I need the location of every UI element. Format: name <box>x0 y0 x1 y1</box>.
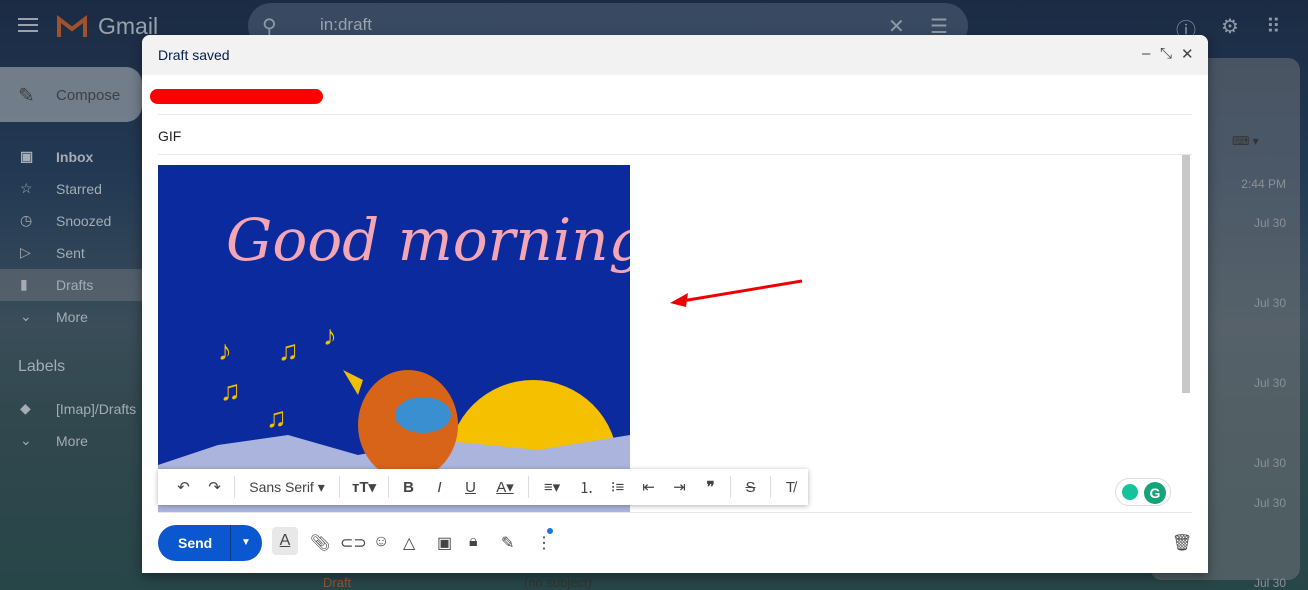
red-arrow-annotation <box>670 279 803 307</box>
svg-text:♫: ♫ <box>278 335 299 366</box>
font-size-icon[interactable]: ᴛT▾ <box>344 478 384 496</box>
inbox-icon: ▣ <box>20 148 34 164</box>
numbered-list-icon[interactable]: ⒈ <box>571 477 602 498</box>
italic-icon[interactable]: I <box>424 479 455 496</box>
sidebar-item-more[interactable]: ⌄ More <box>0 301 142 333</box>
confidential-mode-icon[interactable]: 🔒︎ <box>469 533 478 551</box>
grammarly-g-icon[interactable]: G <box>1144 482 1166 504</box>
label-imap-drafts[interactable]: ◆ [Imap]/Drafts <box>0 393 142 425</box>
redacted-recipient <box>150 89 323 104</box>
sidebar-item-starred[interactable]: ☆ Starred <box>0 173 142 205</box>
label: Inbox <box>56 149 94 165</box>
label: More <box>56 433 88 449</box>
emoji-icon[interactable]: ☺ <box>373 533 389 551</box>
send-options-icon[interactable]: ▼ <box>230 525 262 561</box>
gmail-logo-icon <box>57 15 87 37</box>
exit-fullscreen-icon[interactable]: ⤡ <box>1160 45 1172 62</box>
label: Sent <box>56 245 85 261</box>
minimize-icon[interactable]: – <box>1142 45 1150 62</box>
date: Jul 30 <box>1253 216 1286 230</box>
drive-icon[interactable]: △ <box>403 533 415 553</box>
send-icon: ▷ <box>20 244 31 260</box>
subject-value: GIF <box>158 128 182 144</box>
quote-icon[interactable]: ❞ <box>695 478 726 496</box>
clock-icon: ◷ <box>20 212 33 228</box>
formatting-toolbar: ↶ ↷ Sans Serif ▾ ᴛT▾ B I U A▾ ≡▾ ⒈ ⁝≡ ⇤ … <box>158 469 808 505</box>
pencil-icon: ✎ <box>18 85 35 107</box>
subject-field[interactable]: GIF <box>158 115 1192 155</box>
bulleted-list-icon[interactable]: ⁝≡ <box>602 478 633 496</box>
indent-less-icon[interactable]: ⇤ <box>633 478 664 496</box>
align-icon[interactable]: ≡▾ <box>533 478 571 496</box>
labels-heading: Labels <box>18 358 66 375</box>
svg-text:♫: ♫ <box>266 402 287 433</box>
label: Snoozed <box>56 213 112 229</box>
search-value: in:draft <box>320 15 372 34</box>
label: More <box>56 309 88 325</box>
insert-photo-icon[interactable]: ▣ <box>437 533 452 553</box>
compose-button[interactable]: ✎ Compose <box>0 67 142 122</box>
chevron-down-icon: ⌄ <box>20 432 32 448</box>
body-scrollbar[interactable] <box>1182 155 1190 393</box>
grammarly-assist-icon[interactable] <box>1122 484 1138 500</box>
compose-bottom-bar: Send ▼ A 📎︎ ⊂⊃ ☺ △ ▣ 🔒︎ ✎ ⋮ 🗑︎ <box>158 512 1192 573</box>
date: Jul 30 <box>1253 456 1286 470</box>
signature-icon[interactable]: ✎ <box>501 533 514 553</box>
svg-text:♫: ♫ <box>220 375 241 406</box>
main-menu-icon[interactable] <box>18 18 38 32</box>
redo-icon[interactable]: ↷ <box>199 478 230 496</box>
label-tag-icon: ◆ <box>20 400 31 416</box>
sidebar-item-snoozed[interactable]: ◷ Snoozed <box>0 205 142 237</box>
send-button[interactable]: Send ▼ <box>158 525 262 561</box>
draft-icon: ▮ <box>20 276 28 292</box>
dialog-title: Draft saved <box>142 35 1208 75</box>
grammarly-widget[interactable]: G <box>1115 478 1171 506</box>
star-icon: ☆ <box>20 180 33 196</box>
discard-draft-trash-icon[interactable]: 🗑︎ <box>1172 533 1192 553</box>
strikethrough-icon[interactable]: S <box>735 479 766 496</box>
chevron-down-icon: ⌄ <box>20 308 32 324</box>
bold-icon[interactable]: B <box>393 479 424 496</box>
gif-image[interactable]: Good morning ♪ ♫ ♪ ♫ ♫ <box>158 165 630 512</box>
apps-grid-icon[interactable]: ⠿ <box>1266 14 1281 39</box>
notification-dot <box>547 528 553 534</box>
underline-icon[interactable]: U <box>455 479 486 496</box>
close-icon[interactable]: ✕ <box>1181 45 1194 63</box>
remove-formatting-icon[interactable]: T̸ <box>775 479 806 496</box>
attach-icon[interactable]: 📎︎ <box>310 533 330 553</box>
link-icon[interactable]: ⊂⊃ <box>340 533 367 553</box>
svg-text:♪: ♪ <box>218 335 232 366</box>
compose-dialog: Draft saved – ⤡ ✕ GIF Good morning ♪ ♫ ♪ ♫ ♫… <box>142 35 1208 573</box>
settings-gear-icon[interactable]: ⚙ <box>1221 14 1239 39</box>
date: 2:44 PM <box>1241 177 1286 191</box>
formatting-options-icon[interactable]: A <box>272 527 298 555</box>
compose-label: Compose <box>56 87 121 104</box>
labels-more[interactable]: ⌄ More <box>0 425 142 457</box>
date: Jul 30 <box>1253 296 1286 310</box>
svg-text:♪: ♪ <box>323 320 337 351</box>
label: Drafts <box>56 277 94 293</box>
font-value: Sans Serif <box>249 478 314 495</box>
label: Starred <box>56 181 102 197</box>
sidebar-item-drafts[interactable]: ▮ Drafts <box>0 269 142 301</box>
more-options-icon[interactable]: ⋮ <box>536 533 552 553</box>
date: Jul 30 <box>1253 496 1286 510</box>
send-label: Send <box>178 535 213 551</box>
indent-more-icon[interactable]: ⇥ <box>664 478 695 496</box>
sidebar-item-sent[interactable]: ▷ Sent <box>0 237 142 269</box>
label: [Imap]/Drafts <box>56 401 137 417</box>
undo-icon[interactable]: ↶ <box>168 478 199 496</box>
text-color-icon[interactable]: A▾ <box>486 478 524 496</box>
draft-subject: (no subject) <box>524 575 592 590</box>
font-select[interactable]: Sans Serif ▾ <box>239 479 335 496</box>
image-caption: Good morning <box>226 206 630 274</box>
keyboard-icon[interactable]: ⌨ ▾ <box>1232 134 1259 148</box>
date: Jul 30 <box>1253 376 1286 390</box>
sidebar-item-inbox[interactable]: ▣ Inbox <box>0 141 142 173</box>
